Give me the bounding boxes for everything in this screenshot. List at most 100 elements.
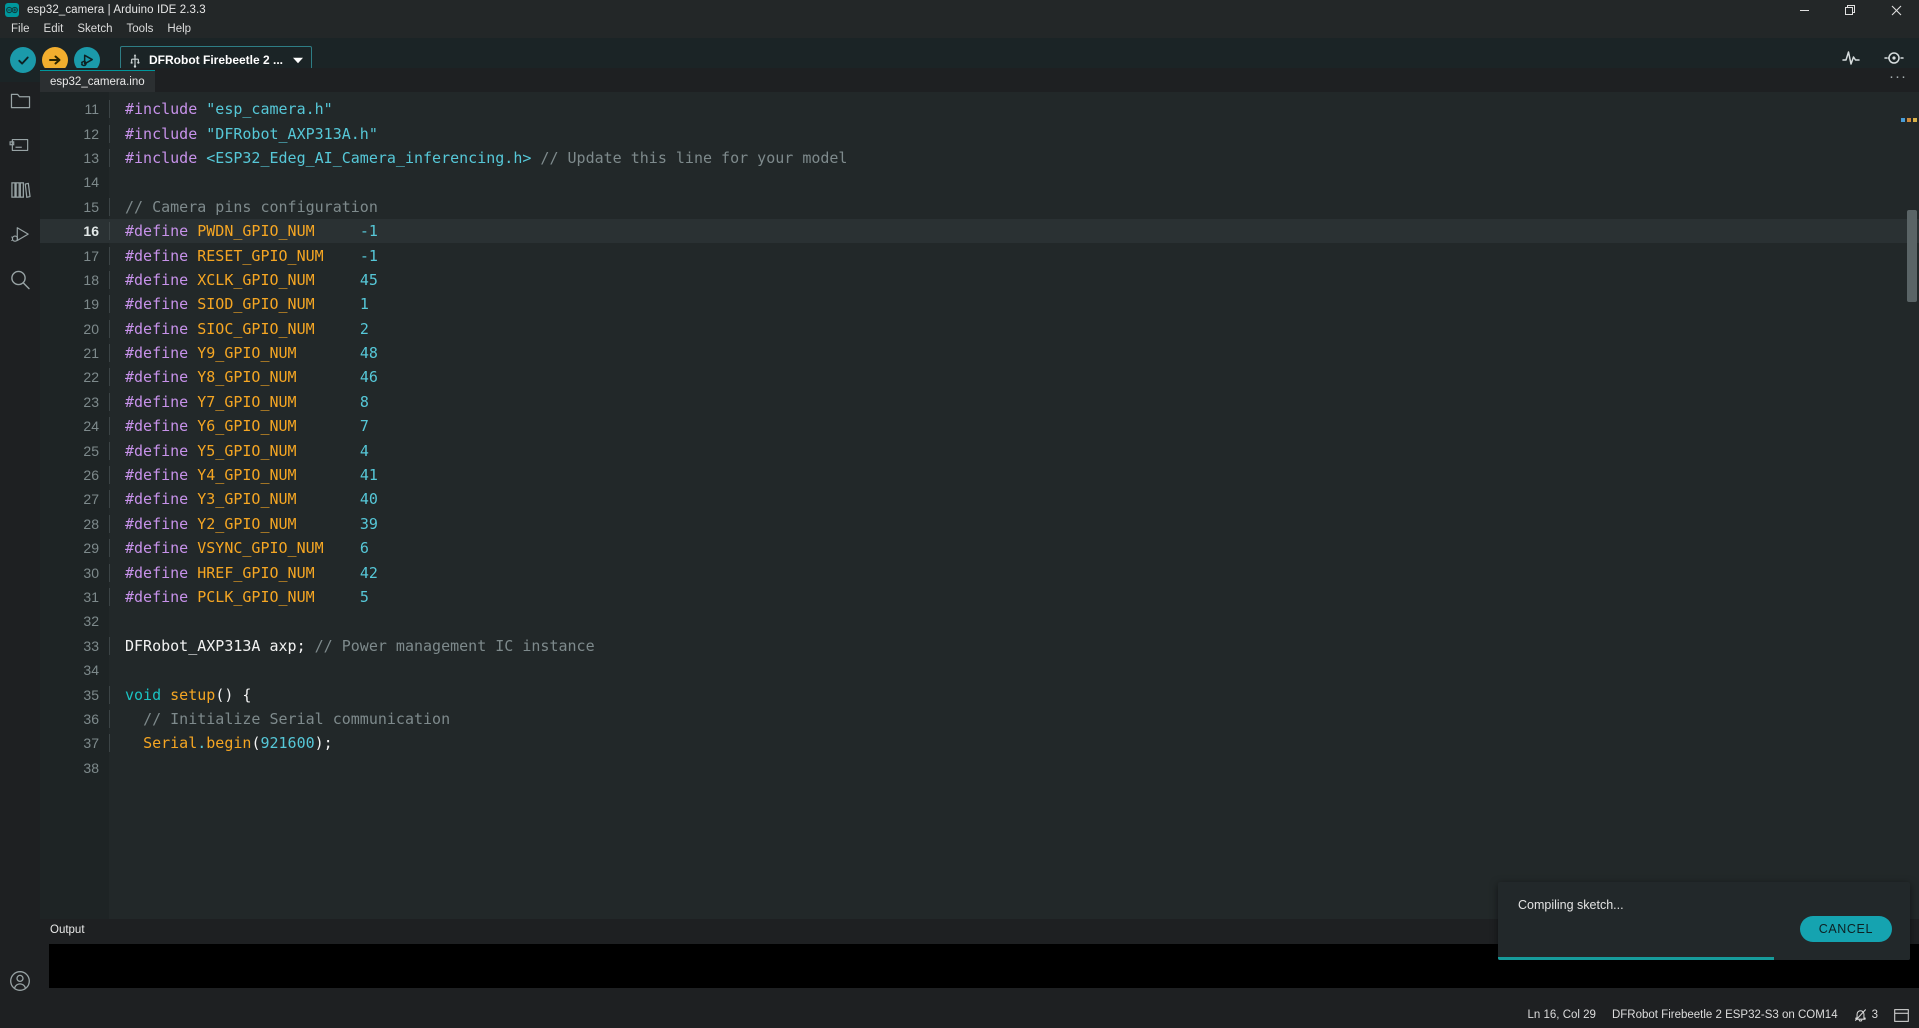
sidebar-item-sketchbook[interactable] [0, 86, 40, 114]
usb-icon [129, 53, 141, 68]
code-text: #define Y8_GPIO_NUM 46 [109, 368, 1919, 386]
code-line-23[interactable]: 23#define Y7_GPIO_NUM 8 [40, 390, 1919, 414]
window-controls [1781, 0, 1919, 20]
sidebar-item-search[interactable] [0, 266, 40, 294]
code-text: #define PCLK_GPIO_NUM 5 [109, 588, 1919, 606]
code-line-29[interactable]: 29#define VSYNC_GPIO_NUM 6 [40, 536, 1919, 560]
line-number: 37 [40, 735, 109, 751]
line-number: 34 [40, 662, 109, 678]
sidebar-item-account[interactable] [0, 970, 40, 992]
code-line-15[interactable]: 15// Camera pins configuration [40, 195, 1919, 219]
line-number: 18 [40, 272, 109, 288]
line-number: 23 [40, 394, 109, 410]
sidebar-item-debug[interactable] [0, 221, 40, 249]
code-text: #define VSYNC_GPIO_NUM 6 [109, 539, 1919, 557]
code-line-27[interactable]: 27#define Y3_GPIO_NUM 40 [40, 487, 1919, 511]
line-number: 38 [40, 760, 109, 776]
code-line-32[interactable]: 32 [40, 609, 1919, 633]
code-editor[interactable]: 11#include "esp_camera.h"12#include "DFR… [40, 92, 1919, 919]
editor-vertical-scrollbar[interactable] [1905, 92, 1919, 919]
line-number: 31 [40, 589, 109, 605]
code-line-16[interactable]: 16#define PWDN_GPIO_NUM -1 [40, 219, 1919, 243]
menu-file[interactable]: File [4, 20, 37, 38]
window-title: esp32_camera | Arduino IDE 2.3.3 [27, 4, 206, 16]
code-text: // Initialize Serial communication [109, 710, 1919, 728]
code-text: #define HREF_GPIO_NUM 42 [109, 564, 1919, 582]
code-text: #include "esp_camera.h" [109, 100, 1919, 118]
cancel-button[interactable]: CANCEL [1800, 916, 1892, 942]
cursor-position[interactable]: Ln 16, Col 29 [1528, 1009, 1596, 1021]
maximize-button[interactable] [1827, 0, 1873, 20]
editor-more-actions-icon[interactable]: ··· [1889, 72, 1907, 82]
code-line-26[interactable]: 26#define Y4_GPIO_NUM 41 [40, 463, 1919, 487]
code-line-36[interactable]: 36 // Initialize Serial communication [40, 707, 1919, 731]
code-line-17[interactable]: 17#define RESET_GPIO_NUM -1 [40, 243, 1919, 267]
code-line-35[interactable]: 35void setup() { [40, 682, 1919, 706]
code-text: #define RESET_GPIO_NUM -1 [109, 247, 1919, 265]
board-status[interactable]: DFRobot Firebeetle 2 ESP32-S3 on COM14 [1612, 1009, 1838, 1021]
bell-icon [1854, 1008, 1867, 1022]
code-line-25[interactable]: 25#define Y5_GPIO_NUM 4 [40, 438, 1919, 462]
menu-help[interactable]: Help [160, 20, 198, 38]
sidebar-item-boards-manager[interactable] [0, 131, 40, 159]
line-number: 33 [40, 638, 109, 654]
line-number: 12 [40, 126, 109, 142]
code-text: #define PWDN_GPIO_NUM -1 [109, 222, 1919, 240]
minimize-button[interactable] [1781, 0, 1827, 20]
line-number: 30 [40, 565, 109, 581]
menu-tools[interactable]: Tools [120, 20, 161, 38]
editor-tab-bar: esp32_camera.ino ··· [40, 68, 1919, 92]
output-tab[interactable]: Output [40, 919, 85, 942]
line-number: 16 [40, 223, 109, 239]
code-line-34[interactable]: 34 [40, 658, 1919, 682]
code-line-24[interactable]: 24#define Y6_GPIO_NUM 7 [40, 414, 1919, 438]
line-number: 11 [40, 101, 109, 117]
panel-toggle-button[interactable] [1894, 1009, 1909, 1022]
close-button[interactable] [1873, 0, 1919, 20]
code-text: #define SIOC_GPIO_NUM 2 [109, 320, 1919, 338]
code-text: #define Y6_GPIO_NUM 7 [109, 417, 1919, 435]
code-line-31[interactable]: 31#define PCLK_GPIO_NUM 5 [40, 585, 1919, 609]
code-line-38[interactable]: 38 [40, 756, 1919, 780]
code-line-21[interactable]: 21#define Y9_GPIO_NUM 48 [40, 341, 1919, 365]
code-text: #define Y9_GPIO_NUM 48 [109, 344, 1919, 362]
menu-edit[interactable]: Edit [37, 20, 71, 38]
line-number: 21 [40, 345, 109, 361]
status-bar: Ln 16, Col 29 DFRobot Firebeetle 2 ESP32… [0, 1002, 1919, 1028]
line-number: 19 [40, 296, 109, 312]
panel-toggle-icon [1894, 1009, 1909, 1022]
code-line-30[interactable]: 30#define HREF_GPIO_NUM 42 [40, 560, 1919, 584]
notification-status[interactable]: 3 [1854, 1008, 1878, 1022]
line-number: 27 [40, 491, 109, 507]
scrollbar-thumb[interactable] [1907, 210, 1917, 302]
code-line-28[interactable]: 28#define Y2_GPIO_NUM 39 [40, 512, 1919, 536]
line-number: 26 [40, 467, 109, 483]
code-line-37[interactable]: 37 Serial.begin(921600); [40, 731, 1919, 755]
code-line-14[interactable]: 14 [40, 170, 1919, 194]
code-text: #define Y3_GPIO_NUM 40 [109, 490, 1919, 508]
sidebar-item-library-manager[interactable] [0, 176, 40, 204]
code-line-19[interactable]: 19#define SIOD_GPIO_NUM 1 [40, 292, 1919, 316]
title-bar: esp32_camera | Arduino IDE 2.3.3 [0, 0, 1919, 20]
verify-button[interactable] [10, 47, 36, 73]
code-text: #define Y4_GPIO_NUM 41 [109, 466, 1919, 484]
code-line-11[interactable]: 11#include "esp_camera.h" [40, 97, 1919, 121]
code-text: #define Y7_GPIO_NUM 8 [109, 393, 1919, 411]
code-text: #define Y2_GPIO_NUM 39 [109, 515, 1919, 533]
code-line-33[interactable]: 33DFRobot_AXP313A axp; // Power manageme… [40, 634, 1919, 658]
progress-track [1498, 957, 1910, 960]
editor-area: esp32_camera.ino ··· 11#include "esp_cam… [40, 68, 1919, 1002]
code-lines: 11#include "esp_camera.h"12#include "DFR… [40, 97, 1919, 780]
arduino-logo-icon [5, 3, 19, 17]
code-line-22[interactable]: 22#define Y8_GPIO_NUM 46 [40, 365, 1919, 389]
editor-tab-esp32-camera[interactable]: esp32_camera.ino [40, 70, 155, 92]
line-number: 13 [40, 150, 109, 166]
line-number: 32 [40, 613, 109, 629]
code-line-13[interactable]: 13#include <ESP32_Edeg_AI_Camera_inferen… [40, 146, 1919, 170]
line-number: 22 [40, 369, 109, 385]
code-line-18[interactable]: 18#define XCLK_GPIO_NUM 45 [40, 268, 1919, 292]
board-selector-label: DFRobot Firebeetle 2 ... [149, 53, 285, 67]
code-line-20[interactable]: 20#define SIOC_GPIO_NUM 2 [40, 317, 1919, 341]
code-line-12[interactable]: 12#include "DFRobot_AXP313A.h" [40, 121, 1919, 145]
menu-sketch[interactable]: Sketch [70, 20, 119, 38]
